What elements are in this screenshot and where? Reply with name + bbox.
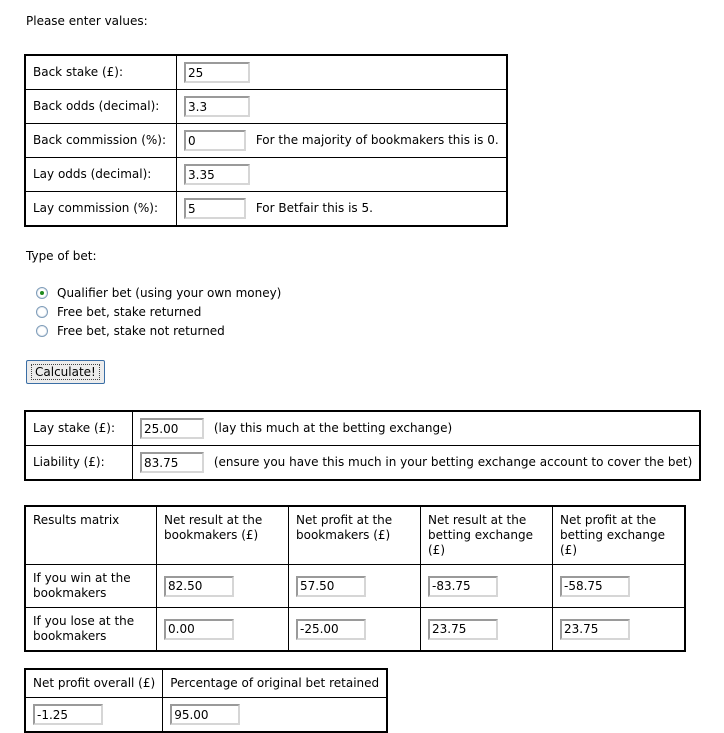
back-odds-input[interactable] (184, 96, 250, 117)
table-header-row: Net profit overall (£) Percentage of ori… (24, 668, 388, 698)
input-row-field (175, 89, 508, 124)
row-header-lose-at-bookmakers: If you lose at the bookmakers (24, 607, 157, 652)
radio-option-label: Qualifier bet (using your own money) (57, 285, 282, 300)
lay-commission-input[interactable] (184, 198, 246, 219)
column-header-net-profit-exchange: Net profit at the betting exchange (£) (552, 505, 686, 565)
lose-net-profit-bookmakers-output[interactable] (296, 618, 366, 640)
back-commission-input[interactable] (184, 130, 246, 151)
radio-option-label: Free bet, stake not returned (57, 323, 225, 338)
table-row: If you win at the bookmakers (24, 564, 686, 608)
calculate-button-wrapper: Calculate! (24, 360, 724, 384)
table-row: Back odds (decimal): (24, 89, 508, 124)
summary-table: Net profit overall (£) Percentage of ori… (24, 668, 389, 733)
intro-label: Please enter values: (26, 14, 148, 28)
calculator-page: Please enter values: Back stake (£): Bac… (0, 0, 724, 733)
liability-label: Liability (£): (24, 445, 133, 481)
table-row (24, 697, 388, 733)
lay-stake-hint: (lay this much at the betting exchange) (213, 421, 453, 435)
results-matrix-corner-label: Results matrix (24, 505, 157, 565)
matrix-cell (288, 607, 421, 652)
input-row-label: Lay odds (decimal): (24, 157, 177, 192)
input-row-field (175, 54, 508, 90)
column-header-net-profit-bookmakers: Net profit at the bookmakers (£) (288, 505, 421, 565)
matrix-cell (552, 607, 686, 652)
radio-option-free-bet-stake-not-returned[interactable]: Free bet, stake not returned (36, 321, 724, 340)
radio-icon[interactable] (36, 324, 48, 337)
input-row-label: Back odds (decimal): (24, 89, 177, 124)
table-header-row: Results matrix Net result at the bookmak… (24, 505, 686, 565)
percentage-retained-output[interactable] (170, 704, 241, 725)
summary-cell (24, 697, 164, 733)
table-row: Liability (£): (ensure you have this muc… (24, 445, 701, 481)
lay-odds-input[interactable] (184, 164, 250, 185)
lay-stake-table: Lay stake (£): (lay this much at the bet… (24, 410, 702, 481)
column-header-net-profit-overall: Net profit overall (£) (24, 668, 164, 698)
input-row-label: Back stake (£): (24, 54, 177, 90)
radio-icon[interactable] (36, 305, 48, 318)
matrix-cell (156, 607, 289, 652)
inputs-table: Back stake (£): Back odds (decimal): Bac… (24, 54, 508, 227)
net-profit-overall-output[interactable] (33, 704, 103, 725)
input-row-label: Lay commission (%): (24, 191, 177, 227)
lay-stake-field: (lay this much at the betting exchange) (132, 410, 701, 446)
back-stake-input[interactable] (184, 62, 250, 83)
column-header-net-result-bookmakers: Net result at the bookmakers (£) (156, 505, 289, 565)
lose-net-result-exchange-output[interactable] (428, 618, 498, 640)
bet-type-label: Type of bet: (26, 249, 97, 263)
table-row: Lay stake (£): (lay this much at the bet… (24, 410, 701, 446)
column-header-percentage-retained: Percentage of original bet retained (162, 668, 388, 698)
win-net-profit-bookmakers-output[interactable] (296, 575, 366, 597)
input-row-hint: For Betfair this is 5. (255, 201, 373, 215)
win-net-profit-exchange-output[interactable] (560, 575, 630, 597)
lay-stake-label: Lay stake (£): (24, 410, 133, 446)
table-row: Lay odds (decimal): (24, 157, 508, 192)
radio-icon[interactable] (36, 286, 48, 299)
calculate-button-label: Calculate! (31, 364, 100, 380)
liability-output[interactable] (140, 452, 204, 473)
input-row-hint: For the majority of bookmakers this is 0… (255, 133, 499, 147)
win-net-result-bookmakers-output[interactable] (164, 575, 234, 597)
results-matrix-table: Results matrix Net result at the bookmak… (24, 505, 686, 652)
radio-option-label: Free bet, stake returned (57, 304, 202, 319)
matrix-cell (156, 564, 289, 608)
lay-stake-output[interactable] (140, 418, 204, 439)
summary-cell (162, 697, 388, 733)
win-net-result-exchange-output[interactable] (428, 575, 498, 597)
matrix-cell (420, 564, 553, 608)
table-row: If you lose at the bookmakers (24, 607, 686, 652)
matrix-cell (420, 607, 553, 652)
input-row-field: For Betfair this is 5. (175, 191, 508, 227)
liability-field: (ensure you have this much in your betti… (132, 445, 701, 481)
liability-hint: (ensure you have this much in your betti… (213, 455, 693, 469)
matrix-cell (288, 564, 421, 608)
lose-net-profit-exchange-output[interactable] (560, 618, 630, 640)
radio-option-free-bet-stake-returned[interactable]: Free bet, stake returned (36, 302, 724, 321)
lose-net-result-bookmakers-output[interactable] (164, 618, 234, 640)
input-row-field (175, 157, 508, 192)
input-row-field: For the majority of bookmakers this is 0… (175, 123, 508, 158)
table-row: Lay commission (%): For Betfair this is … (24, 191, 508, 227)
calculate-button[interactable]: Calculate! (26, 360, 105, 384)
input-row-label: Back commission (%): (24, 123, 177, 158)
table-row: Back stake (£): (24, 54, 508, 90)
bet-type-radio-group: Qualifier bet (using your own money) Fre… (24, 283, 724, 340)
table-row: Back commission (%): For the majority of… (24, 123, 508, 158)
column-header-net-result-exchange: Net result at the betting exchange (£) (420, 505, 553, 565)
row-header-win-at-bookmakers: If you win at the bookmakers (24, 564, 157, 608)
matrix-cell (552, 564, 686, 608)
radio-option-qualifier-bet[interactable]: Qualifier bet (using your own money) (36, 283, 724, 302)
